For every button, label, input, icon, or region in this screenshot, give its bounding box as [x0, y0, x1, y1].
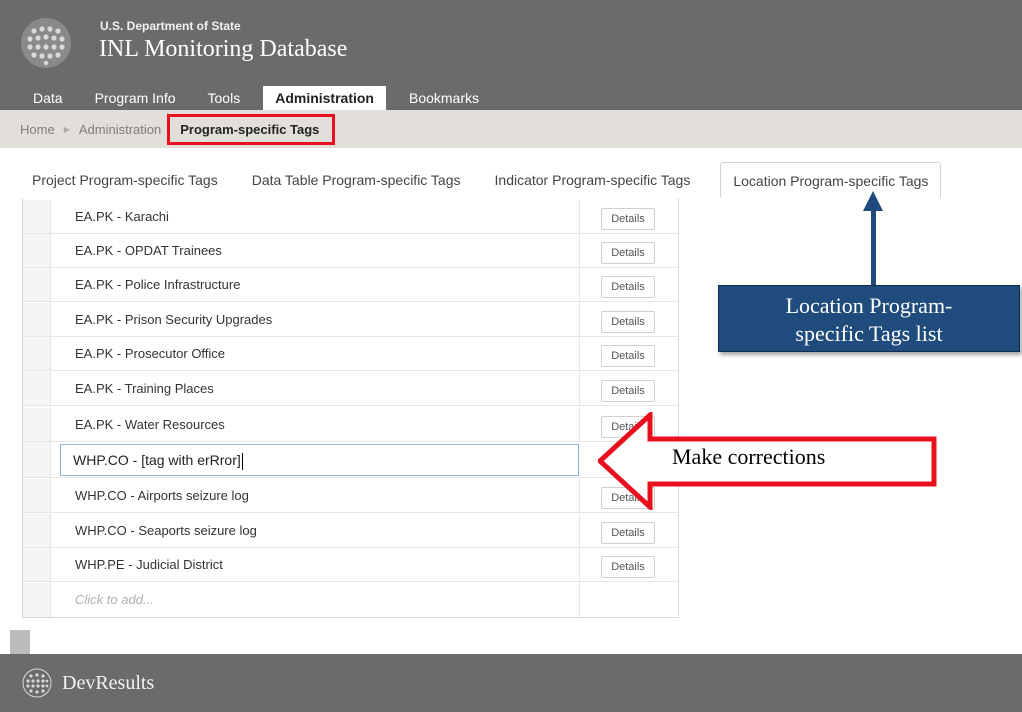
- callout-line-1: Location Program-: [785, 293, 953, 318]
- table-row[interactable]: EA.PK - OPDAT Trainees Details: [23, 234, 678, 268]
- column-divider: [579, 548, 580, 581]
- location-tags-list-callout: Location Program- specific Tags list: [718, 285, 1020, 352]
- main-nav: Data Program Info Tools Administration B…: [0, 86, 488, 110]
- row-handle[interactable]: [23, 442, 51, 477]
- column-divider: [579, 514, 580, 547]
- table-row[interactable]: WHP.CO - Airports seizure log Details: [23, 479, 678, 513]
- devresults-logo-icon: [22, 668, 52, 698]
- text-caret: [241, 452, 243, 470]
- column-divider: [579, 479, 580, 512]
- callout-arrow-up-icon: [863, 191, 883, 211]
- state-department-seal-icon: [21, 18, 71, 68]
- tag-name[interactable]: EA.PK - Karachi: [75, 200, 169, 234]
- tag-name[interactable]: WHP.CO - Airports seizure log: [75, 479, 249, 513]
- nav-item-program-info[interactable]: Program Info: [86, 86, 185, 110]
- column-divider: [579, 268, 580, 301]
- tags-table: EA.PK - Karachi Details EA.PK - OPDAT Tr…: [22, 198, 679, 618]
- app-title: INL Monitoring Database: [99, 36, 348, 62]
- details-button[interactable]: Details: [601, 380, 655, 402]
- breadcrumb: Home ▶ Administration Program-specific T…: [0, 110, 1022, 148]
- nav-item-data[interactable]: Data: [24, 86, 72, 110]
- tab-location-tags[interactable]: Location Program-specific Tags: [720, 162, 942, 198]
- tag-name[interactable]: WHP.PE - Judicial District: [75, 548, 223, 582]
- details-button[interactable]: Details: [601, 242, 655, 264]
- breadcrumb-administration[interactable]: Administration: [79, 122, 161, 137]
- breadcrumb-separator-icon: ▶: [63, 124, 70, 134]
- tag-name[interactable]: EA.PK - Training Places: [75, 372, 214, 406]
- column-divider: [579, 372, 580, 405]
- tag-name[interactable]: EA.PK - Water Resources: [75, 408, 225, 442]
- breadcrumb-home[interactable]: Home: [20, 122, 55, 137]
- row-handle[interactable]: [23, 479, 51, 512]
- make-corrections-label: Make corrections: [672, 444, 826, 469]
- add-tag-placeholder[interactable]: Click to add...: [75, 583, 154, 617]
- details-button[interactable]: Details: [601, 345, 655, 367]
- table-row[interactable]: EA.PK - Water Resources Details: [23, 408, 678, 442]
- tag-name[interactable]: EA.PK - Prosecutor Office: [75, 337, 225, 371]
- breadcrumb-current-highlighted: Program-specific Tags: [167, 113, 336, 145]
- tab-project-tags[interactable]: Project Program-specific Tags: [20, 162, 230, 198]
- column-divider: [579, 408, 580, 441]
- row-handle[interactable]: [23, 234, 51, 267]
- details-button[interactable]: Details: [601, 311, 655, 333]
- table-row[interactable]: EA.PK - Training Places Details: [23, 372, 678, 406]
- tag-name[interactable]: EA.PK - Prison Security Upgrades: [75, 303, 272, 337]
- row-handle[interactable]: [23, 548, 51, 581]
- edit-input-value: WHP.CO - [tag with erRror]: [73, 452, 241, 468]
- add-row[interactable]: Click to add...: [23, 583, 678, 617]
- row-handle[interactable]: [23, 514, 51, 547]
- column-divider: [579, 583, 580, 617]
- app-header: U.S. Department of State INL Monitoring …: [0, 0, 1022, 110]
- table-row[interactable]: EA.PK - Prison Security Upgrades Details: [23, 303, 678, 337]
- scrollbar-thumb[interactable]: [10, 630, 30, 654]
- table-row[interactable]: WHP.CO - Seaports seizure log Details: [23, 514, 678, 548]
- row-handle[interactable]: [23, 372, 51, 405]
- tag-name[interactable]: EA.PK - OPDAT Trainees: [75, 234, 222, 268]
- tag-name-edit-input[interactable]: WHP.CO - [tag with erRror]: [60, 444, 579, 476]
- table-row[interactable]: EA.PK - Karachi Details: [23, 200, 678, 234]
- callout-arrow-line: [871, 210, 876, 286]
- row-handle[interactable]: [23, 200, 51, 233]
- row-handle[interactable]: [23, 337, 51, 370]
- row-handle[interactable]: [23, 303, 51, 336]
- row-handle[interactable]: [23, 268, 51, 301]
- tag-name[interactable]: EA.PK - Police Infrastructure: [75, 268, 240, 302]
- tab-indicator-tags[interactable]: Indicator Program-specific Tags: [483, 162, 703, 198]
- table-row-editing[interactable]: WHP.CO - [tag with erRror]: [23, 442, 678, 478]
- column-divider: [579, 234, 580, 267]
- tab-data-table-tags[interactable]: Data Table Program-specific Tags: [240, 162, 473, 198]
- details-button[interactable]: Details: [601, 276, 655, 298]
- nav-item-tools[interactable]: Tools: [199, 86, 250, 110]
- app-footer: DevResults: [0, 654, 1022, 712]
- details-button[interactable]: Details: [601, 522, 655, 544]
- tag-name[interactable]: WHP.CO - Seaports seizure log: [75, 514, 257, 548]
- organization-name: U.S. Department of State: [100, 19, 241, 33]
- footer-brand: DevResults: [62, 672, 155, 694]
- callout-line-2: specific Tags list: [795, 321, 943, 346]
- details-button[interactable]: Details: [601, 556, 655, 578]
- nav-item-administration[interactable]: Administration: [263, 86, 386, 110]
- column-divider: [579, 200, 580, 233]
- table-row[interactable]: EA.PK - Prosecutor Office Details: [23, 337, 678, 371]
- details-button[interactable]: Details: [601, 208, 655, 230]
- column-divider: [579, 303, 580, 336]
- table-row[interactable]: WHP.PE - Judicial District Details: [23, 548, 678, 582]
- table-row[interactable]: EA.PK - Police Infrastructure Details: [23, 268, 678, 302]
- column-divider: [579, 337, 580, 370]
- row-handle[interactable]: [23, 408, 51, 441]
- row-handle: [23, 583, 51, 617]
- nav-item-bookmarks[interactable]: Bookmarks: [400, 86, 488, 110]
